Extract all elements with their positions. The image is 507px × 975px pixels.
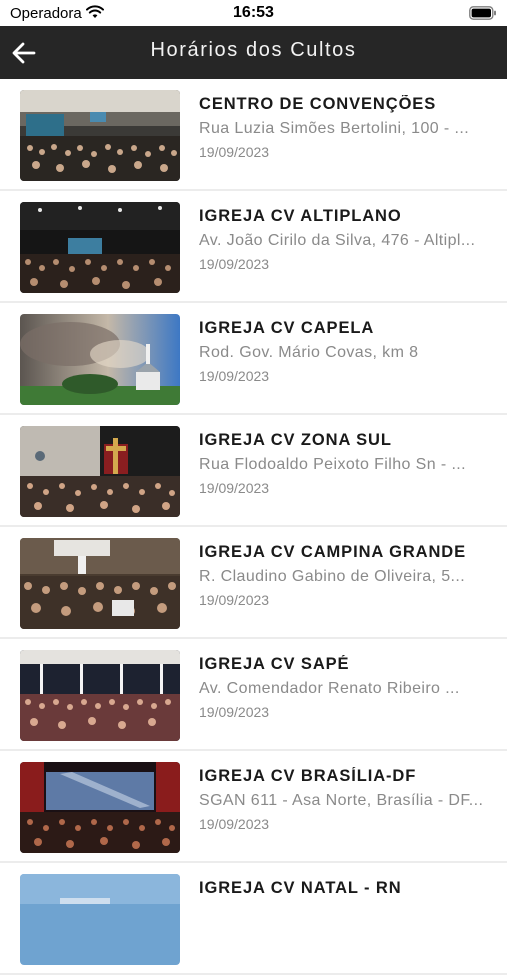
church-address: Av. João Cirilo da Silva, 476 - Altipl..… bbox=[199, 232, 476, 249]
church-address: SGAN 611 - Asa Norte, Brasília - DF... bbox=[199, 792, 484, 809]
church-name: IGREJA CV ALTIPLANO bbox=[199, 207, 402, 225]
battery-icon bbox=[469, 6, 497, 25]
church-item[interactable]: IGREJA CV ALTIPLANO Av. João Cirilo da S… bbox=[0, 191, 507, 303]
church-item[interactable]: IGREJA CV ZONA SUL Rua Flodoaldo Peixoto… bbox=[0, 415, 507, 527]
church-item[interactable]: IGREJA CV CAPELA Rod. Gov. Mário Covas, … bbox=[0, 303, 507, 415]
church-photo bbox=[20, 90, 180, 181]
church-name: IGREJA CV BRASÍLIA-DF bbox=[199, 767, 417, 785]
church-photo bbox=[20, 314, 180, 405]
church-photo bbox=[20, 650, 180, 741]
church-name: IGREJA CV CAPELA bbox=[199, 319, 375, 337]
clock: 16:53 bbox=[233, 4, 274, 21]
church-date: 19/09/2023 bbox=[199, 256, 270, 272]
church-date: 19/09/2023 bbox=[199, 144, 270, 160]
church-date: 19/09/2023 bbox=[199, 704, 270, 720]
church-date: 19/09/2023 bbox=[199, 592, 270, 608]
church-date: 19/09/2023 bbox=[199, 368, 270, 384]
app-header: Horários dos Cultos bbox=[0, 26, 507, 79]
church-name: CENTRO DE CONVENÇÕES bbox=[199, 95, 437, 113]
church-address: Rua Luzia Simões Bertolini, 100 - ... bbox=[199, 120, 470, 137]
status-bar: Operadora 16:53 bbox=[0, 0, 507, 26]
church-date: 19/09/2023 bbox=[199, 816, 270, 832]
church-name: IGREJA CV NATAL - RN bbox=[199, 879, 402, 897]
church-photo bbox=[20, 762, 180, 853]
church-photo bbox=[20, 874, 180, 965]
church-address: Rod. Gov. Mário Covas, km 8 bbox=[199, 344, 419, 361]
church-item[interactable]: IGREJA CV CAMPINA GRANDE R. Claudino Gab… bbox=[0, 527, 507, 639]
church-photo bbox=[20, 426, 180, 517]
page-title: Horários dos Cultos bbox=[150, 39, 357, 61]
church-item[interactable]: IGREJA CV SAPÉ Av. Comendador Renato Rib… bbox=[0, 639, 507, 751]
church-list: CENTRO DE CONVENÇÕES Rua Luzia Simões Be… bbox=[0, 79, 507, 975]
church-name: IGREJA CV CAMPINA GRANDE bbox=[199, 543, 466, 561]
church-date: 19/09/2023 bbox=[199, 480, 270, 496]
church-address: Av. Comendador Renato Ribeiro ... bbox=[199, 680, 460, 697]
church-name: IGREJA CV ZONA SUL bbox=[199, 431, 392, 449]
church-name: IGREJA CV SAPÉ bbox=[199, 655, 350, 673]
church-item[interactable]: CENTRO DE CONVENÇÕES Rua Luzia Simões Be… bbox=[0, 79, 507, 191]
church-photo bbox=[20, 538, 180, 629]
church-photo bbox=[20, 202, 180, 293]
church-item[interactable]: IGREJA CV NATAL - RN bbox=[0, 863, 507, 975]
church-item[interactable]: IGREJA CV BRASÍLIA-DF SGAN 611 - Asa Nor… bbox=[0, 751, 507, 863]
church-address: Rua Flodoaldo Peixoto Filho Sn - ... bbox=[199, 456, 466, 473]
church-address: R. Claudino Gabino de Oliveira, 5... bbox=[199, 568, 466, 585]
